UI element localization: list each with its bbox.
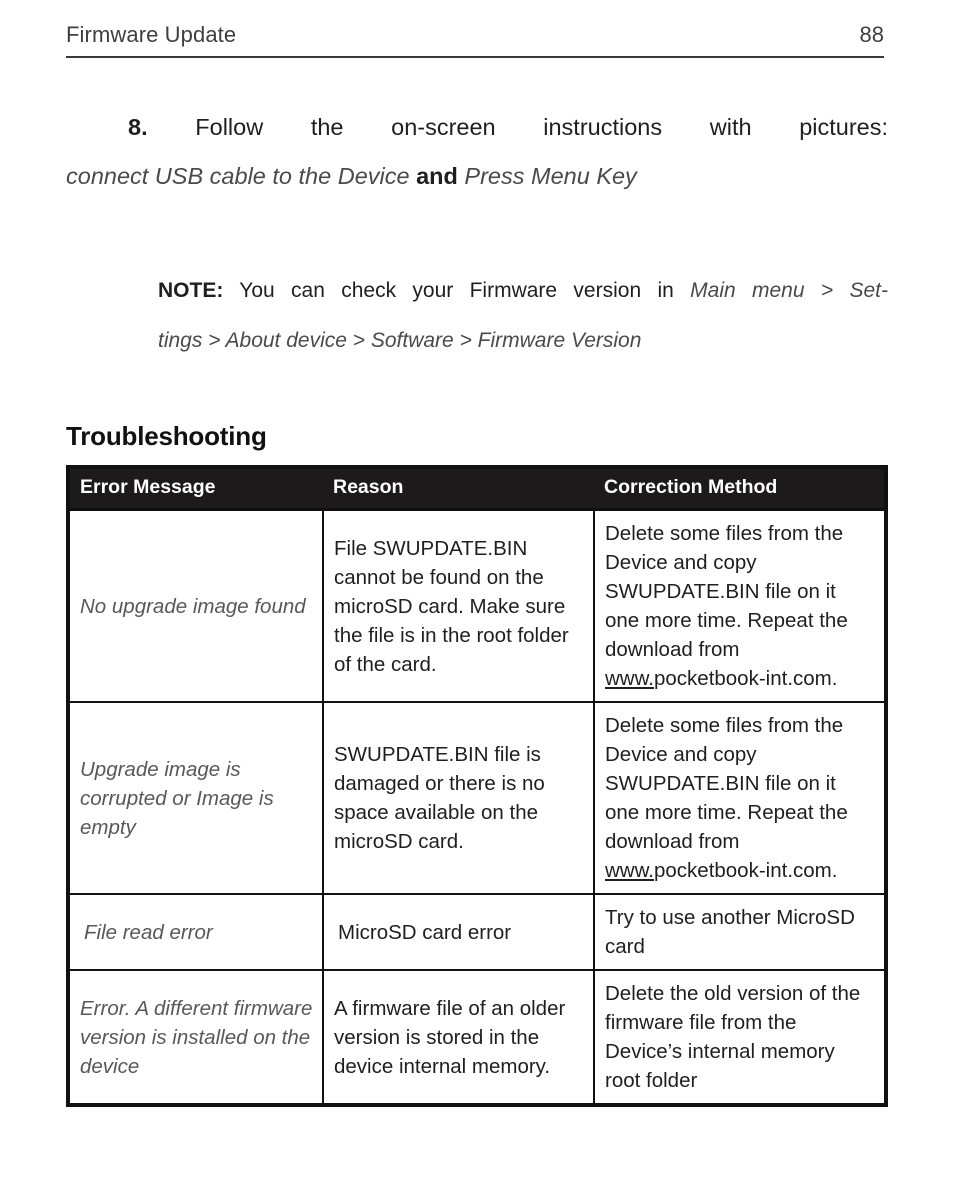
step-paragraph: 8. Follow the on-screen instructions wit…	[66, 103, 888, 201]
note-path-line-1: Main menu > Set-	[690, 279, 888, 302]
correction-link-domain[interactable]: pocketbook-int.com.	[654, 667, 837, 690]
correction-text: Delete some files from the Device and co…	[605, 522, 848, 661]
step-italic-phrase-2: Press Menu Key	[464, 163, 637, 189]
step-number: 8.	[128, 114, 148, 140]
cell-error-message: Upgrade image is corrupted or Image is e…	[67, 701, 324, 895]
correction-link-www[interactable]: www.	[605, 859, 654, 882]
table-header: Error Message Reason Correction Method	[68, 467, 886, 510]
note-block: NOTE: You can check your Firmware versio…	[158, 266, 888, 366]
running-header-title: Firmware Update	[66, 22, 237, 47]
correction-text: Delete some files from the Device and co…	[605, 714, 848, 853]
cell-error-message: Error. A different firmware version is i…	[67, 969, 324, 1106]
note-label: NOTE:	[158, 279, 224, 302]
correction-link-domain[interactable]: pocketbook-int.com.	[654, 859, 837, 882]
table-row: Upgrade image is corrupted or Image is e…	[67, 701, 887, 895]
correction-link-www[interactable]: www.	[605, 667, 654, 690]
step-italic-phrase-1: connect USB cable to the Device	[66, 163, 410, 189]
column-header-correction-method: Correction Method	[594, 467, 886, 510]
cell-reason: MicroSD card error	[322, 893, 595, 971]
cell-error-message: File read error	[67, 893, 324, 971]
note-path-line-2: tings > About device > Software > Firmwa…	[158, 329, 642, 352]
section-heading: Troubleshooting	[66, 421, 267, 451]
step-conjunction: and	[416, 163, 458, 189]
cell-correction-method: Delete the old version of the firmware f…	[593, 969, 887, 1106]
step-text: Follow the on-screen instructions with p…	[195, 114, 889, 140]
cell-reason: File SWUPDATE.BIN cannot be found on the…	[322, 508, 595, 703]
troubleshooting-table: Error Message Reason Correction Method N…	[66, 465, 888, 1107]
cell-correction-method: Delete some files from the Device and co…	[593, 701, 887, 895]
cell-reason: A firmware file of an older version is s…	[322, 969, 595, 1106]
column-header-reason: Reason	[323, 467, 594, 510]
page-number: 88	[859, 22, 884, 47]
cell-reason: SWUPDATE.BIN file is damaged or there is…	[322, 701, 595, 895]
document-page: Firmware Update 88 8. Follow the on-scre…	[0, 0, 954, 1185]
table-row: File read error MicroSD card error Try t…	[67, 893, 887, 971]
running-header: Firmware Update 88	[66, 22, 884, 58]
table-header-row: Error Message Reason Correction Method	[68, 467, 886, 510]
table-body: No upgrade image found File SWUPDATE.BIN…	[67, 508, 887, 1106]
note-text: You can check your Firmware version in	[239, 279, 674, 302]
cell-correction-method: Delete some files from the Device and co…	[593, 508, 887, 703]
cell-error-message: No upgrade image found	[67, 508, 324, 703]
table-row: No upgrade image found File SWUPDATE.BIN…	[67, 508, 887, 703]
cell-correction-method: Try to use another MicroSD card	[593, 893, 887, 971]
column-header-error-message: Error Message	[68, 467, 323, 510]
table-row: Error. A different firmware version is i…	[67, 969, 887, 1106]
